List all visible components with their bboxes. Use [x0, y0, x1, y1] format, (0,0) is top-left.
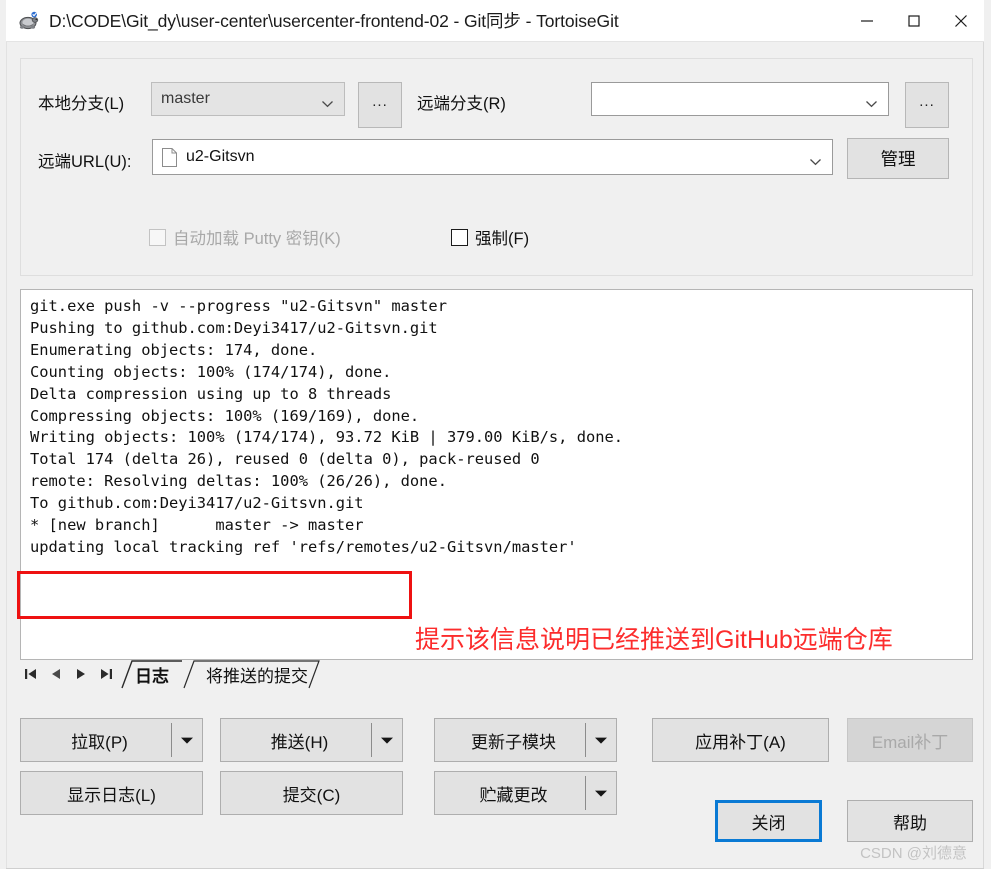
email-patch-button: Email补丁 — [847, 718, 973, 762]
force-label: 强制(F) — [475, 230, 530, 248]
remote-branch-label: 远端分支(R) — [417, 95, 506, 113]
checkbox-box — [149, 228, 166, 246]
stash-changes-button[interactable]: 贮藏更改 — [434, 771, 617, 815]
update-submodule-dropdown-arrow-icon[interactable] — [585, 723, 616, 757]
tab-nav-buttons — [22, 664, 115, 683]
update-submodule-button[interactable]: 更新子模块 — [434, 718, 617, 762]
local-branch-combo[interactable]: master — [151, 82, 345, 116]
maximize-button[interactable] — [890, 0, 937, 41]
remote-branch-combo[interactable] — [591, 82, 889, 116]
local-branch-label: 本地分支(L) — [38, 95, 125, 113]
update-submodule-button-label: 更新子模块 — [471, 732, 556, 752]
help-button[interactable]: 帮助 — [847, 800, 973, 842]
log-output-panel[interactable]: git.exe push -v --progress "u2-Gitsvn" m… — [20, 289, 973, 660]
annotation-text: 提示该信息说明已经推送到GitHub远端仓库 — [415, 626, 893, 654]
chevron-down-icon — [865, 95, 878, 108]
chevron-down-icon — [809, 153, 822, 166]
push-button[interactable]: 推送(H) — [220, 718, 403, 762]
previous-record-icon[interactable] — [47, 664, 65, 683]
right-edge-sliver — [983, 0, 991, 869]
window-title: D:\CODE\Git_dy\user-center\usercenter-fr… — [49, 11, 619, 31]
sync-settings-group: 本地分支(L) master ... 远端分支(R) ... 远端URL(U): — [20, 58, 973, 276]
close-button[interactable] — [937, 0, 984, 41]
tab-commits-to-push[interactable]: 将推送的提交 — [183, 660, 331, 689]
manage-remotes-button[interactable]: 管理 — [847, 138, 949, 179]
remote-url-value: u2-Gitsvn — [186, 148, 255, 165]
pull-button[interactable]: 拉取(P) — [20, 718, 203, 762]
push-dropdown-arrow-icon[interactable] — [371, 723, 402, 757]
tab-log[interactable]: 日志 — [121, 660, 183, 689]
left-edge-sliver — [0, 0, 7, 869]
stash-changes-dropdown-arrow-icon[interactable] — [585, 776, 616, 810]
push-button-label: 推送(H) — [270, 732, 329, 752]
document-icon — [162, 147, 177, 167]
show-log-button[interactable]: 显示日志(L) — [20, 771, 203, 815]
remote-url-combo[interactable]: u2-Gitsvn — [152, 139, 833, 175]
tortoisegit-turtle-icon — [18, 10, 40, 32]
tortoisegit-sync-dialog: D:\CODE\Git_dy\user-center\usercenter-fr… — [0, 0, 991, 869]
tab-log-label: 日志 — [135, 667, 169, 686]
remote-url-label: 远端URL(U): — [38, 153, 132, 171]
title-bar: D:\CODE\Git_dy\user-center\usercenter-fr… — [6, 0, 984, 42]
watermark: CSDN @刘德意 — [860, 845, 967, 862]
tab-commits-to-push-label: 将推送的提交 — [206, 667, 308, 686]
local-branch-value: master — [161, 90, 210, 107]
commit-button[interactable]: 提交(C) — [220, 771, 403, 815]
remote-branch-browse-button[interactable]: ... — [905, 82, 949, 128]
log-output-text: git.exe push -v --progress "u2-Gitsvn" m… — [30, 297, 624, 556]
close-button-main[interactable]: 关闭 — [715, 800, 822, 842]
pull-button-label: 拉取(P) — [71, 732, 128, 752]
window-controls — [843, 0, 984, 41]
local-branch-browse-button[interactable]: ... — [358, 82, 402, 128]
last-record-icon[interactable] — [97, 664, 115, 683]
minimize-button[interactable] — [843, 0, 890, 41]
tab-strip: 日志 将推送的提交 — [20, 660, 973, 690]
apply-patch-button[interactable]: 应用补丁(A) — [652, 718, 829, 762]
checkbox-box — [451, 228, 468, 246]
autoload-putty-key-label: 自动加载 Putty 密钥(K) — [173, 230, 341, 248]
pull-dropdown-arrow-icon[interactable] — [171, 723, 202, 757]
chevron-down-icon — [321, 95, 334, 108]
force-checkbox[interactable]: 强制(F) — [451, 225, 529, 249]
stash-changes-button-label: 贮藏更改 — [479, 785, 548, 805]
first-record-icon[interactable] — [22, 664, 40, 683]
next-record-icon[interactable] — [72, 664, 90, 683]
autoload-putty-key-checkbox[interactable]: 自动加载 Putty 密钥(K) — [149, 225, 341, 249]
